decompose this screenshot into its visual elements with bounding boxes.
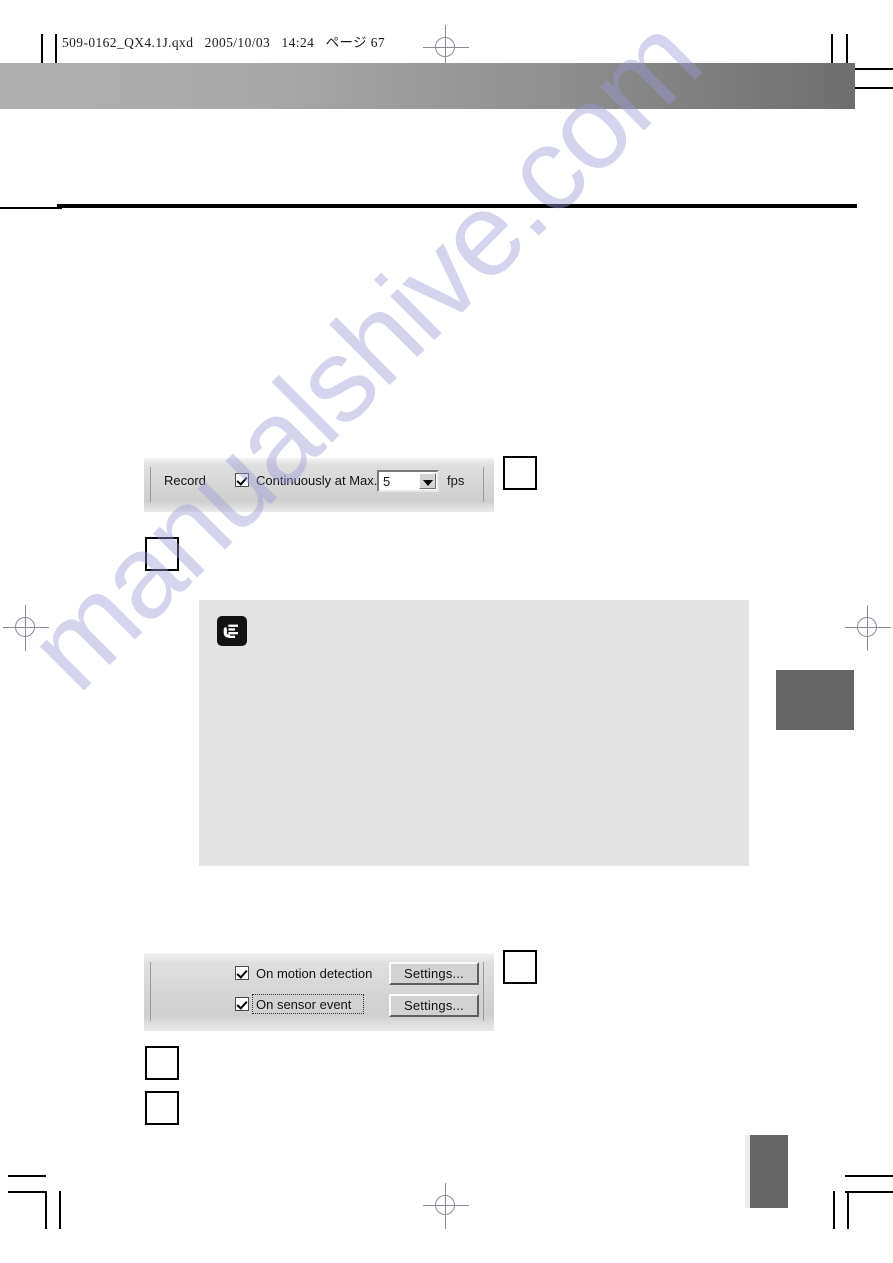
crop-mark-bottom-right-h1	[845, 1175, 893, 1177]
bottom-chapter-thumb-tab	[750, 1135, 788, 1208]
crop-mark-bottom-left-v2	[59, 1191, 61, 1229]
callout-a	[503, 456, 537, 490]
motion-detection-settings-button[interactable]: Settings...	[389, 962, 479, 985]
page-header-banner	[0, 63, 855, 109]
side-chapter-thumb-tab	[776, 670, 854, 730]
on-sensor-event-focus-ring	[252, 994, 364, 1014]
record-row-label: Record	[164, 473, 206, 488]
manual-page: 509-0162_QX4.1J.qxd 2005/10/03 14:24 ページ…	[0, 0, 893, 1263]
trigger-panel-divider-right	[483, 962, 484, 1021]
crop-mark-bottom-right-v1	[833, 1191, 835, 1229]
fps-dropdown[interactable]: 5	[377, 470, 439, 492]
sensor-event-settings-button[interactable]: Settings...	[389, 994, 479, 1017]
crop-mark-bottom-left-h1	[8, 1175, 46, 1177]
callout-d	[145, 1046, 179, 1080]
panel-divider-left	[150, 467, 151, 502]
section-rule-left-tick	[0, 207, 62, 209]
record-settings-panel: Record Continuously at Max. 5 fps	[144, 458, 494, 512]
trigger-settings-panel: On motion detection Settings... On senso…	[144, 953, 494, 1031]
crop-mark-bottom-left-v1	[45, 1191, 47, 1229]
on-motion-detection-label: On motion detection	[256, 966, 373, 981]
on-motion-detection-checkbox[interactable]	[235, 966, 249, 980]
pointing-hand-note-icon	[217, 616, 247, 646]
callout-e	[145, 1091, 179, 1125]
trigger-panel-divider-left	[150, 962, 151, 1021]
on-sensor-event-checkbox[interactable]	[235, 997, 249, 1011]
callout-b	[145, 537, 179, 571]
fps-dropdown-value: 5	[383, 474, 391, 489]
continuously-at-max-label: Continuously at Max.	[256, 473, 378, 488]
registration-mark-left	[3, 605, 49, 651]
note-block	[199, 600, 749, 866]
panel-divider-right	[483, 467, 484, 502]
file-imprint-line: 509-0162_QX4.1J.qxd 2005/10/03 14:24 ページ…	[62, 35, 386, 50]
crop-mark-bottom-right-v2	[847, 1191, 849, 1229]
fps-unit-label: fps	[447, 473, 465, 488]
chevron-down-icon[interactable]	[419, 473, 436, 489]
continuously-at-max-checkbox[interactable]	[235, 473, 249, 487]
crop-mark-bottom-right-h2	[845, 1191, 893, 1193]
callout-c	[503, 950, 537, 984]
registration-mark-bottom	[423, 1183, 469, 1229]
crop-mark-bottom-left-h2	[8, 1191, 46, 1193]
section-rule	[57, 204, 857, 208]
registration-mark-right	[845, 605, 891, 651]
